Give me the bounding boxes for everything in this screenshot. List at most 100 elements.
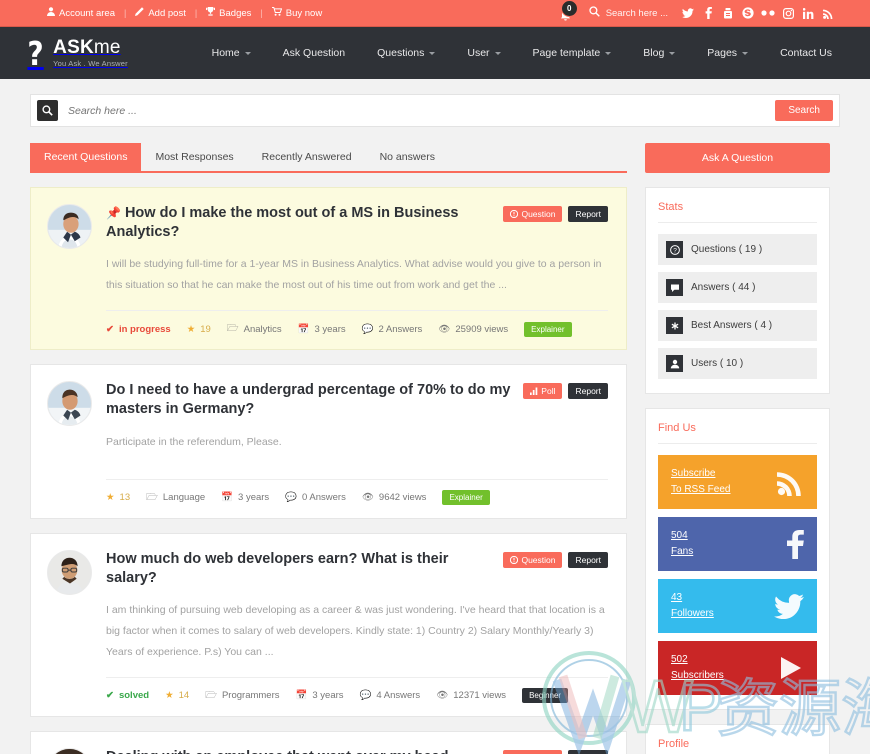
sidebar: Ask A Question Stats ? Questions ( 19 ) … [645, 143, 830, 754]
badge-label: Question [521, 209, 556, 219]
question-title[interactable]: Dealing with an employee that went over … [106, 748, 503, 754]
profile-widget-title: Profile [658, 738, 817, 754]
question-title[interactable]: How much do web developers earn? What is… [106, 550, 503, 588]
topbar-link-buy-now[interactable]: Buy now [263, 7, 331, 19]
search-icon[interactable] [37, 100, 58, 121]
question-card[interactable]: Dealing with an employee that went over … [30, 730, 627, 754]
site-logo[interactable]: ? ASKme You Ask . We Answer [26, 37, 128, 70]
tab-no-answers[interactable]: No answers [366, 143, 449, 171]
topbar-link-badges[interactable]: Badges [197, 7, 260, 19]
chevron-down-icon [244, 51, 251, 55]
search-icon [589, 6, 600, 20]
stat-row-answers[interactable]: Answers ( 44 ) [658, 272, 817, 303]
social-link-facebook[interactable] [698, 7, 718, 19]
category[interactable]: 🗁 Programmers [205, 688, 279, 704]
question-type-badge: Question [503, 551, 563, 568]
folder-icon: 🗁 [146, 491, 158, 503]
social-link-skype[interactable] [738, 7, 758, 19]
vote-value: 14 [178, 690, 190, 702]
question-type-badge: Question [503, 206, 563, 222]
topbar-link-account-area[interactable]: Account area [38, 7, 124, 19]
status-label: in progress [118, 323, 171, 335]
age: 📅 3 years [296, 690, 344, 701]
age: 📅 3 years [221, 492, 269, 503]
report-button[interactable]: Report [568, 383, 608, 400]
nav-item-questions[interactable]: Questions [361, 47, 451, 59]
stat-label: Users ( 10 ) [691, 358, 744, 369]
status-label: solved [118, 690, 150, 702]
youtube-subscribers-box[interactable]: 502 Subscribers [658, 641, 817, 695]
linkedin-icon [802, 7, 814, 19]
youtube-label: Subscribers [671, 670, 724, 681]
question-meta: ✔ solved ★ 14 🗁 Programmers 📅 3 years 💬 4 Ans… [106, 688, 608, 704]
report-button[interactable]: Report [568, 206, 608, 222]
cart-icon [271, 7, 282, 19]
rss-icon [777, 469, 804, 496]
main-column: Recent Questions Most Responses Recently… [30, 143, 627, 754]
calendar-icon: 📅 [221, 492, 234, 503]
report-button[interactable]: Report [568, 551, 608, 568]
nav-label: User [467, 47, 490, 59]
top-utility-bar: Account area | Add post | Badges | Buy n… [0, 0, 870, 26]
nav-item-home[interactable]: Home [196, 47, 267, 59]
logo-title-bold: ASK [53, 37, 94, 59]
search-input[interactable] [68, 104, 776, 117]
category[interactable]: 🗁 Language [146, 490, 205, 506]
check-icon: ✔ [106, 323, 114, 335]
stat-row-questions[interactable]: ? Questions ( 19 ) [658, 234, 817, 265]
ask-a-question-button[interactable]: Ask A Question [645, 143, 830, 173]
nav-item-blog[interactable]: Blog [627, 47, 691, 59]
nav-item-ask-question[interactable]: Ask Question [267, 47, 361, 59]
social-link-linkedin[interactable] [798, 7, 818, 19]
eye-icon: 👁 [361, 492, 374, 503]
facebook-count: 504 [671, 530, 688, 541]
social-link-rss[interactable] [818, 8, 838, 19]
report-button[interactable]: Report [568, 749, 608, 754]
facebook-fans-box[interactable]: 504 Fans [658, 517, 817, 571]
nav-item-user[interactable]: User [451, 47, 516, 59]
social-link-instagram[interactable] [778, 7, 798, 19]
tab-recently-answered[interactable]: Recently Answered [248, 143, 366, 171]
topbar-link-add-post[interactable]: Add post [126, 7, 195, 19]
category[interactable]: 🗁 Analytics [227, 321, 282, 337]
rss-subscribe-box[interactable]: Subscribe To RSS Feed [658, 455, 817, 509]
social-link-youtube[interactable] [718, 7, 738, 19]
question-card[interactable]: Do I need to have a undergrad percentage… [30, 364, 627, 519]
question-title[interactable]: 📌 How do I make the most out of a MS in B… [106, 204, 503, 242]
social-link-twitter[interactable] [678, 7, 698, 19]
nav-item-page-template[interactable]: Page template [517, 47, 628, 59]
divider [106, 478, 608, 480]
question-card[interactable]: How much do web developers earn? What is… [30, 532, 627, 717]
topbar-search[interactable]: Search here ... [589, 6, 668, 20]
age: 📅 3 years [298, 324, 346, 335]
question-body: Do I need to have a undergrad percentage… [106, 381, 608, 505]
social-link-flickr[interactable] [758, 10, 778, 16]
rss-box-text: Subscribe To RSS Feed [671, 466, 730, 498]
nav-item-pages[interactable]: Pages [691, 47, 764, 59]
nav-label: Blog [643, 47, 665, 59]
question-header: 📌 How do I make the most out of a MS in B… [106, 204, 608, 242]
question-title[interactable]: Do I need to have a undergrad percentage… [106, 381, 523, 419]
skype-icon [742, 7, 754, 19]
tab-most-responses[interactable]: Most Responses [141, 143, 247, 171]
find-us-widget: Find Us Subscribe To RSS Feed 504 Fans 4… [645, 408, 830, 710]
twitter-followers-box[interactable]: 43 Followers [658, 579, 817, 633]
search-button[interactable]: Search [775, 100, 833, 121]
answer-count: 💬 0 Answers [285, 492, 346, 503]
nav-item-contact-us[interactable]: Contact Us [764, 47, 848, 59]
site-header: ? ASKme You Ask . We Answer Home Ask Que… [0, 26, 870, 79]
question-header: How much do web developers earn? What is… [106, 550, 608, 588]
logo-title: ASKme [53, 37, 121, 58]
user-level-badge: Explainer [442, 490, 490, 505]
tab-recent-questions[interactable]: Recent Questions [30, 143, 142, 171]
avatar [47, 747, 92, 754]
find-us-widget-title: Find Us [658, 422, 817, 444]
vote-value: 19 [200, 323, 211, 335]
stat-row-best-answers[interactable]: Best Answers ( 4 ) [658, 310, 817, 341]
question-card[interactable]: 📌 How do I make the most out of a MS in B… [30, 187, 627, 351]
stat-row-users[interactable]: Users ( 10 ) [658, 348, 817, 379]
view-count: 👁 12371 views [436, 690, 506, 701]
comment-icon: 💬 [359, 690, 372, 702]
user-icon [47, 7, 55, 19]
notifications-button[interactable]: 0 [553, 0, 583, 26]
